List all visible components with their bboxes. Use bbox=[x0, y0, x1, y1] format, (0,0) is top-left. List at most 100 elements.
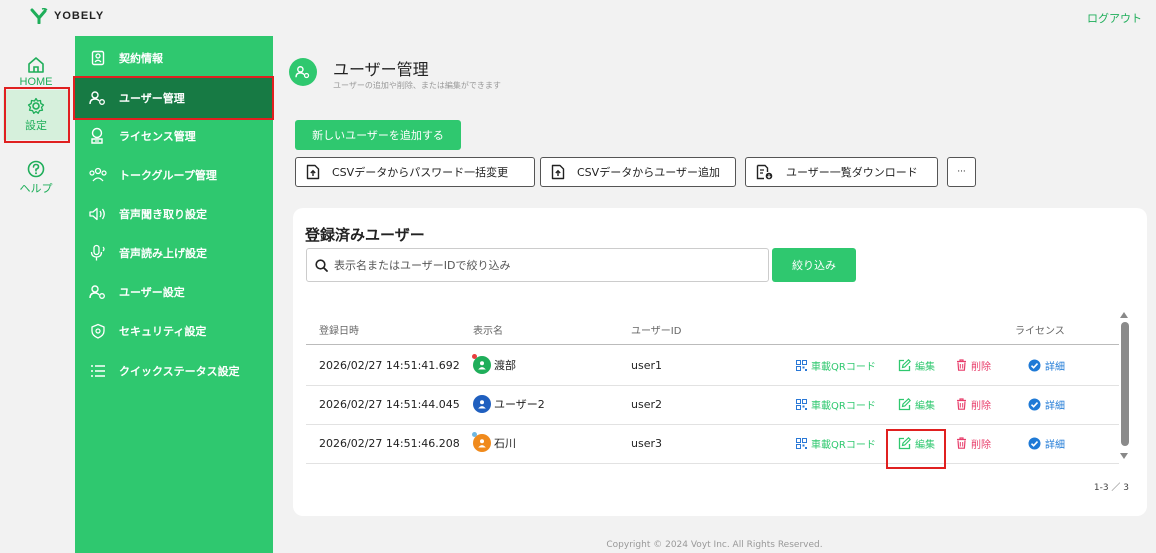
settings-sidebar: 契約情報 ユーザー管理 ライセンス管理 トークグループ管理 音声聞き取り設定 音… bbox=[75, 36, 273, 553]
delete-link[interactable]: 削除 bbox=[956, 423, 991, 463]
scroll-down-arrow[interactable] bbox=[1120, 453, 1128, 459]
row-divider bbox=[306, 463, 1119, 464]
add-user-button[interactable]: 新しいユーザーを追加する bbox=[295, 120, 461, 150]
user-settings-icon bbox=[295, 66, 310, 79]
rail-item-settings[interactable]: 設定 bbox=[3, 90, 69, 140]
display-name: 渡部 bbox=[494, 359, 516, 372]
qr-code-link[interactable]: 車載QRコード bbox=[796, 384, 876, 424]
sidebar-item-user-settings[interactable]: ユーザー設定 bbox=[75, 272, 273, 312]
cell-user-id: user1 bbox=[631, 358, 662, 372]
page-subtitle: ユーザーの追加や削除、または編集ができます bbox=[333, 81, 501, 90]
sidebar-item-label: クイックステータス設定 bbox=[119, 365, 240, 378]
download-users-button[interactable]: ユーザー一覧ダウンロード bbox=[745, 157, 938, 187]
check-circle-icon bbox=[1028, 359, 1041, 371]
csv-add-user-button[interactable]: CSVデータからユーザー追加 bbox=[540, 157, 736, 187]
sidebar-item-talk-group[interactable]: トークグループ管理 bbox=[75, 155, 273, 195]
edit-label: 編集 bbox=[915, 400, 935, 412]
sidebar-item-quick-status[interactable]: クイックステータス設定 bbox=[75, 351, 273, 391]
search-icon bbox=[315, 258, 328, 272]
avatar bbox=[473, 395, 491, 413]
user-icon bbox=[478, 361, 486, 370]
column-header-name: 表示名 bbox=[473, 326, 503, 337]
edit-link[interactable]: 編集 bbox=[898, 384, 935, 424]
page-icon bbox=[289, 58, 317, 86]
csv-password-change-label: CSVデータからパスワード一括変更 bbox=[332, 166, 509, 179]
download-users-label: ユーザー一覧ダウンロード bbox=[786, 166, 918, 179]
sidebar-item-contract[interactable]: 契約情報 bbox=[75, 38, 273, 78]
brand-name: YOBELY bbox=[54, 10, 105, 22]
rail-item-help[interactable]: ヘルプ bbox=[3, 148, 69, 208]
file-upload-icon bbox=[306, 164, 320, 180]
document-download-icon bbox=[756, 164, 773, 180]
users-card-title: 登録済みユーザー bbox=[305, 226, 425, 244]
license-detail-link[interactable]: 詳細 bbox=[1028, 384, 1065, 424]
status-dot bbox=[472, 354, 477, 359]
license-detail-link[interactable]: 詳細 bbox=[1028, 423, 1065, 463]
csv-add-user-label: CSVデータからユーザー追加 bbox=[577, 166, 720, 179]
shield-icon bbox=[91, 323, 105, 339]
cell-date: 2026/02/27 14:51:41.692 bbox=[319, 358, 460, 372]
cell-name: 渡部 bbox=[472, 345, 516, 385]
detail-label: 詳細 bbox=[1045, 400, 1065, 412]
sidebar-item-label: 契約情報 bbox=[119, 52, 163, 65]
user-settings-icon bbox=[89, 285, 105, 299]
qr-code-icon bbox=[796, 437, 807, 449]
sidebar-item-voice-readout[interactable]: 音声読み上げ設定 bbox=[75, 233, 273, 273]
column-header-license: ライセンス bbox=[1015, 326, 1065, 337]
main-content: ユーザー管理 ユーザーの追加や削除、または編集ができます 新しいユーザーを追加す… bbox=[273, 36, 1156, 553]
registered-users-card: 登録済みユーザー 絞り込み 登録日時 表示名 ユーザーID ライセンス 2026… bbox=[293, 208, 1147, 516]
file-upload-icon bbox=[551, 164, 565, 180]
qr-code-link[interactable]: 車載QRコード bbox=[796, 423, 876, 463]
sidebar-item-voice-listening[interactable]: 音声聞き取り設定 bbox=[75, 194, 273, 234]
contract-icon bbox=[91, 50, 105, 66]
scroll-up-arrow[interactable] bbox=[1120, 312, 1128, 318]
cell-date: 2026/02/27 14:51:46.208 bbox=[319, 436, 460, 450]
table-row: 2026/02/27 14:51:41.692 渡部 user1 車載QRコード… bbox=[306, 345, 1119, 385]
rail-item-label: ヘルプ bbox=[19, 183, 53, 195]
microphone-icon bbox=[90, 244, 105, 261]
status-dot bbox=[472, 432, 477, 437]
sidebar-item-label: ユーザー管理 bbox=[119, 92, 185, 105]
footer-copyright: Copyright © 2024 Voyt Inc. All Rights Re… bbox=[606, 540, 823, 550]
home-icon bbox=[28, 57, 44, 73]
qr-code-link[interactable]: 車載QRコード bbox=[796, 345, 876, 385]
edit-link[interactable]: 編集 bbox=[898, 345, 935, 385]
detail-label: 詳細 bbox=[1045, 439, 1065, 451]
sidebar-item-label: トークグループ管理 bbox=[119, 169, 217, 182]
user-settings-icon bbox=[89, 91, 105, 105]
detail-label: 詳細 bbox=[1045, 361, 1065, 373]
trash-icon bbox=[957, 359, 966, 371]
sidebar-item-label: ライセンス管理 bbox=[119, 130, 196, 143]
display-name: ユーザー2 bbox=[494, 398, 545, 411]
license-icon bbox=[91, 127, 103, 144]
check-circle-icon bbox=[1028, 437, 1041, 449]
logout-link[interactable]: ログアウト bbox=[1087, 10, 1142, 26]
icon-rail: HOME 設定 ヘルプ bbox=[0, 36, 75, 553]
csv-password-change-button[interactable]: CSVデータからパスワード一括変更 bbox=[295, 157, 535, 187]
gear-icon bbox=[27, 97, 45, 114]
delete-link[interactable]: 削除 bbox=[956, 345, 991, 385]
display-name: 石川 bbox=[494, 437, 516, 450]
delete-link[interactable]: 削除 bbox=[956, 384, 991, 424]
sidebar-item-user-management[interactable]: ユーザー管理 bbox=[75, 78, 273, 118]
cell-name: 石川 bbox=[472, 423, 516, 463]
trash-icon bbox=[957, 437, 966, 449]
search-input[interactable] bbox=[334, 258, 754, 272]
edit-link[interactable]: 編集 bbox=[898, 423, 935, 463]
sidebar-item-license[interactable]: ライセンス管理 bbox=[75, 116, 273, 156]
license-detail-link[interactable]: 詳細 bbox=[1028, 345, 1065, 385]
list-icon bbox=[91, 365, 105, 377]
rail-item-label: 設定 bbox=[25, 120, 47, 132]
cell-name: ユーザー2 bbox=[473, 384, 545, 424]
scrollbar-thumb[interactable] bbox=[1121, 322, 1129, 446]
edit-label: 編集 bbox=[915, 361, 935, 373]
more-options-button[interactable]: ··· bbox=[947, 157, 976, 187]
avatar bbox=[472, 354, 491, 374]
pagination-count: 1-3 ／ 3 bbox=[1093, 483, 1129, 493]
table-row: 2026/02/27 14:51:46.208 石川 user3 車載QRコード… bbox=[306, 423, 1119, 463]
yobely-logo-icon bbox=[30, 8, 48, 24]
edit-label: 編集 bbox=[915, 439, 935, 451]
sidebar-item-security[interactable]: セキュリティ設定 bbox=[75, 311, 273, 351]
filter-button[interactable]: 絞り込み bbox=[772, 248, 856, 282]
qr-code-icon bbox=[796, 359, 807, 371]
